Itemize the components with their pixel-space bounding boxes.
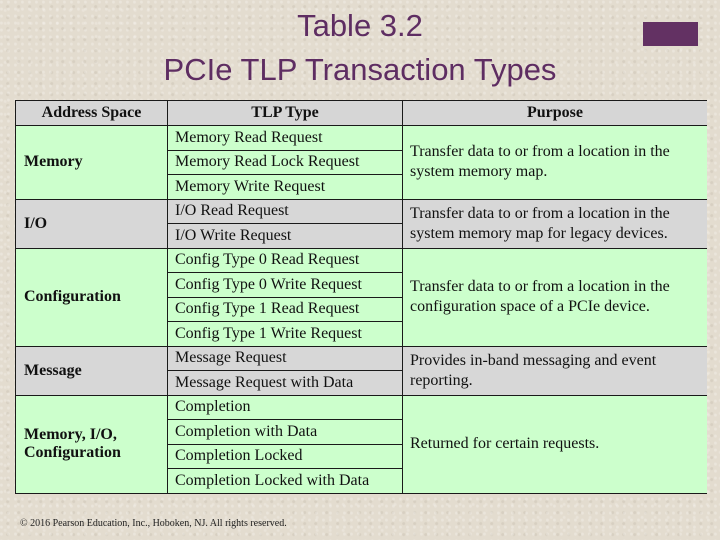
purpose-cell: Provides in-band messaging and event rep…: [402, 345, 707, 396]
tlp-type-cell: Config Type 1 Write Request: [167, 321, 403, 347]
tlp-type-cell: Completion with Data: [167, 419, 403, 445]
tlp-type-cell: Memory Write Request: [167, 174, 403, 200]
address-space-cell: Memory, I/O, Configuration: [15, 394, 168, 494]
slide-subtitle: PCIe TLP Transaction Types: [163, 52, 557, 87]
header-purpose: Purpose: [402, 100, 707, 126]
table-row-configuration: Configuration Config Type 0 Read Request…: [15, 247, 707, 347]
copyright-notice: © 2016 Pearson Education, Inc., Hoboken,…: [20, 518, 287, 529]
tlp-transaction-types-table: Address Space TLP Type Purpose Memory Me…: [15, 100, 707, 494]
tlp-type-cell: Config Type 0 Read Request: [167, 247, 403, 273]
table-row-memory: Memory Memory Read Request Transfer data…: [15, 125, 707, 200]
header-address-space: Address Space: [15, 100, 168, 126]
purpose-cell: Transfer data to or from a location in t…: [402, 198, 707, 249]
tlp-type-cell: Config Type 1 Read Request: [167, 296, 403, 322]
table-header-row: Address Space TLP Type Purpose: [15, 100, 707, 126]
tlp-type-cell: Completion Locked: [167, 443, 403, 469]
tlp-type-cell: Config Type 0 Write Request: [167, 272, 403, 298]
address-space-cell: Memory: [15, 125, 168, 200]
tlp-type-cell: Completion: [167, 394, 403, 420]
accent-square-decoration: [643, 22, 698, 46]
purpose-cell: Returned for certain requests.: [402, 394, 707, 494]
address-space-cell: Configuration: [15, 247, 168, 347]
table-row-message: Message Message Request Provides in-band…: [15, 345, 707, 396]
address-space-cell: I/O: [15, 198, 168, 249]
tlp-type-cell: I/O Read Request: [167, 198, 403, 224]
header-tlp-type: TLP Type: [167, 100, 403, 126]
slide-title: Table 3.2: [297, 8, 423, 43]
address-space-cell: Message: [15, 345, 168, 396]
tlp-type-cell: Message Request with Data: [167, 370, 403, 396]
purpose-cell: Transfer data to or from a location in t…: [402, 125, 707, 200]
table-row-completion: Memory, I/O, Configuration Completion Ret…: [15, 394, 707, 494]
purpose-cell: Transfer data to or from a location in t…: [402, 247, 707, 347]
tlp-type-cell: Memory Read Lock Request: [167, 149, 403, 175]
table-row-io: I/O I/O Read Request Transfer data to or…: [15, 198, 707, 249]
tlp-type-cell: Message Request: [167, 345, 403, 371]
tlp-type-cell: Memory Read Request: [167, 125, 403, 151]
tlp-type-cell: Completion Locked with Data: [167, 468, 403, 494]
tlp-type-cell: I/O Write Request: [167, 223, 403, 249]
